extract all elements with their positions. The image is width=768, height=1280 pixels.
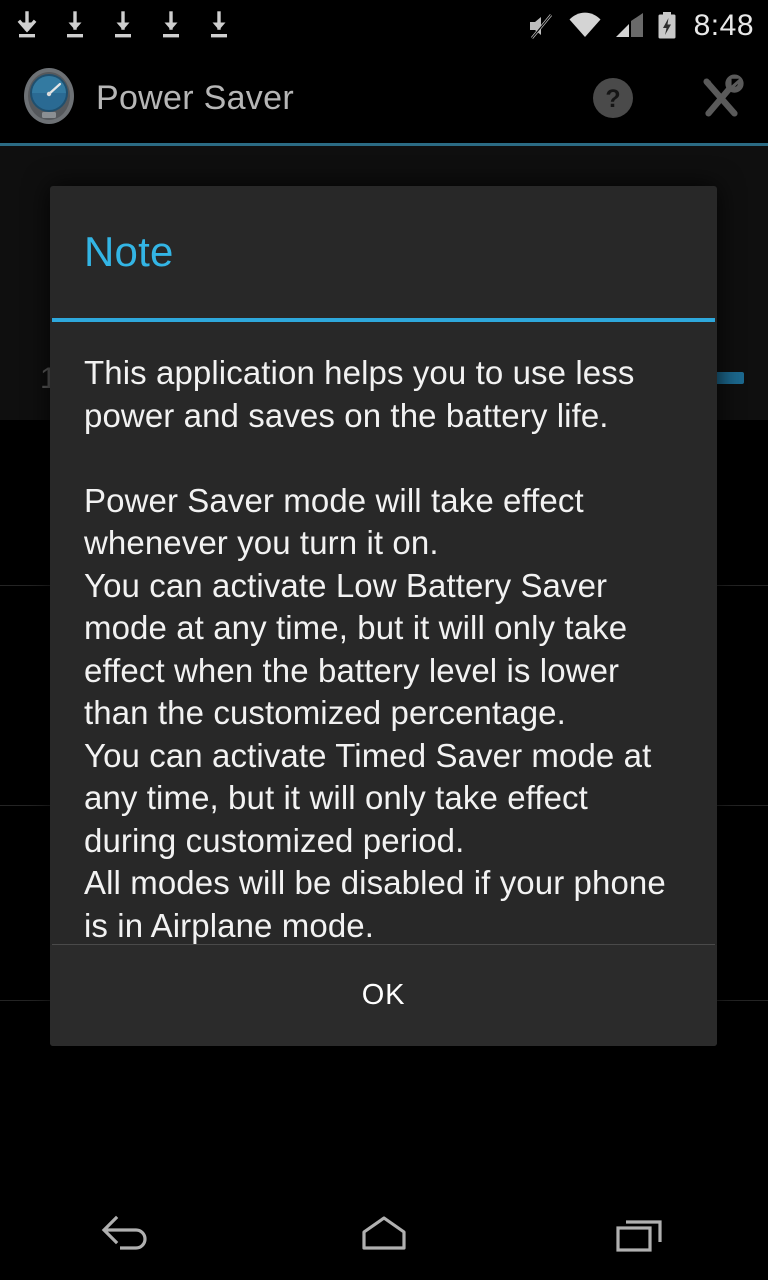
status-bar: 8:48: [0, 0, 768, 52]
wrench-screwdriver-tools-icon[interactable]: [696, 73, 746, 123]
download-icon: [14, 11, 40, 41]
speedometer-gauge-icon[interactable]: [20, 66, 78, 131]
back-arrow-icon[interactable]: [0, 1188, 256, 1280]
status-bar-clock: 8:48: [693, 9, 754, 42]
dialog-message-text: This application helps you to use less p…: [84, 354, 666, 944]
navigation-bar: [0, 1188, 768, 1280]
svg-text:?: ?: [605, 85, 620, 113]
status-bar-notification-icons: [14, 11, 232, 41]
download-icon: [158, 11, 184, 41]
dialog-title-bar: Note: [50, 186, 717, 318]
home-icon[interactable]: [256, 1188, 512, 1280]
page-title: Power Saver: [96, 78, 294, 117]
dialog-button-bar: OK: [50, 945, 717, 1046]
recent-apps-icon[interactable]: [512, 1188, 768, 1280]
action-bar-actions: ?: [588, 73, 746, 123]
battery-charging-icon: [656, 11, 678, 41]
note-dialog: Note This application helps you to use l…: [50, 186, 717, 1046]
volume-mute-icon: [526, 11, 556, 41]
dialog-body: This application helps you to use less p…: [50, 322, 717, 944]
dialog-title: Note: [84, 228, 174, 275]
download-icon: [62, 11, 88, 41]
cellular-signal-icon: [614, 12, 644, 40]
wifi-icon: [568, 12, 602, 40]
ok-button[interactable]: OK: [50, 945, 717, 1046]
download-icon: [206, 11, 232, 41]
download-icon: [110, 11, 136, 41]
action-bar: Power Saver ?: [0, 52, 768, 144]
android-screen: 8:48 Power Saver ? 1 Note This applicati…: [0, 0, 768, 1280]
help-question-circle-icon[interactable]: ?: [588, 73, 638, 123]
status-bar-system-icons: 8:48: [526, 11, 754, 41]
